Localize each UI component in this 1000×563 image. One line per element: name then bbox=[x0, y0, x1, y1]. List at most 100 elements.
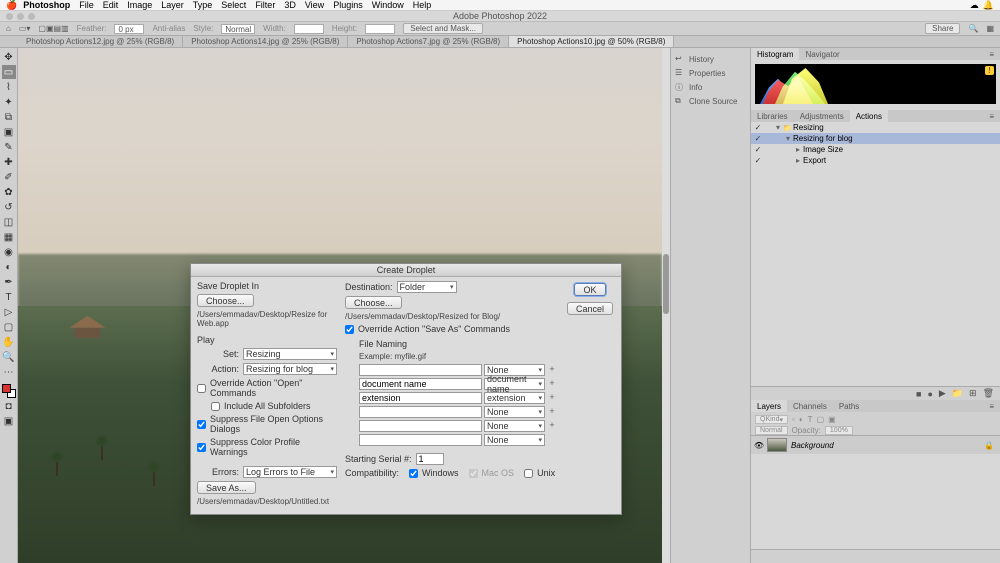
width-input[interactable] bbox=[294, 24, 324, 34]
apple-menu-icon[interactable]: 🍎 bbox=[6, 0, 17, 11]
filter-smart-icon[interactable]: ▣ bbox=[828, 415, 836, 424]
panel-menu-icon[interactable]: ≡ bbox=[983, 110, 1000, 122]
share-button[interactable]: Share bbox=[925, 23, 960, 34]
opacity-input[interactable]: 100% bbox=[825, 426, 853, 435]
cancel-button[interactable]: Cancel bbox=[567, 302, 613, 315]
blend-mode-select[interactable]: Normal bbox=[755, 426, 788, 435]
style-select[interactable]: Normal bbox=[221, 24, 255, 34]
layer-name[interactable]: Background bbox=[791, 441, 834, 450]
window-minimize-icon[interactable] bbox=[17, 13, 24, 20]
naming-field[interactable] bbox=[359, 434, 482, 446]
naming-field[interactable] bbox=[359, 364, 482, 376]
menu-filter[interactable]: Filter bbox=[255, 0, 275, 10]
naming-select[interactable]: None bbox=[484, 420, 545, 432]
choose-destination-button[interactable]: Choose... bbox=[345, 296, 402, 309]
menu-window[interactable]: Window bbox=[372, 0, 404, 10]
visibility-eye-icon[interactable]: 👁 bbox=[751, 441, 767, 450]
override-saveas-checkbox[interactable]: Override Action "Save As" Commands bbox=[345, 324, 557, 334]
channels-tab[interactable]: Channels bbox=[787, 400, 833, 412]
histogram-warning-icon[interactable]: ! bbox=[985, 66, 994, 75]
menu-type[interactable]: Type bbox=[193, 0, 213, 10]
hand-tool-icon[interactable]: ✋ bbox=[2, 335, 16, 349]
history-brush-tool-icon[interactable]: ↺ bbox=[2, 200, 16, 214]
paths-tab[interactable]: Paths bbox=[833, 400, 865, 412]
pen-tool-icon[interactable]: ✒ bbox=[2, 275, 16, 289]
filter-pixel-icon[interactable]: ▫ bbox=[792, 415, 795, 424]
dodge-tool-icon[interactable]: ◐ bbox=[2, 260, 16, 274]
action-set-row[interactable]: ✓▾📁 Resizing bbox=[751, 122, 1000, 133]
app-menu[interactable]: Photoshop bbox=[23, 0, 70, 10]
compat-windows-checkbox[interactable]: Windows bbox=[409, 468, 459, 478]
naming-select[interactable]: extension bbox=[484, 392, 545, 404]
naming-select[interactable]: None bbox=[484, 406, 545, 418]
trash-icon[interactable]: 🗑 bbox=[983, 388, 994, 399]
layer-thumbnail[interactable] bbox=[767, 438, 787, 452]
window-zoom-icon[interactable] bbox=[28, 13, 35, 20]
window-close-icon[interactable] bbox=[6, 13, 13, 20]
stop-icon[interactable]: ■ bbox=[916, 389, 921, 399]
panel-menu-icon[interactable]: ≡ bbox=[983, 48, 1000, 60]
properties-panel-toggle[interactable]: ☰Properties bbox=[671, 66, 750, 80]
document-tab[interactable]: Photoshop Actions14.jpg @ 25% (RGB/8) bbox=[183, 36, 348, 47]
workspace-switcher-icon[interactable]: ▦ bbox=[986, 24, 994, 33]
crop-tool-icon[interactable]: ⧉ bbox=[2, 110, 16, 124]
menu-3d[interactable]: 3D bbox=[284, 0, 296, 10]
naming-field[interactable] bbox=[359, 406, 482, 418]
menu-view[interactable]: View bbox=[305, 0, 324, 10]
include-subfolders-checkbox[interactable]: Include All Subfolders bbox=[197, 401, 337, 411]
menu-image[interactable]: Image bbox=[127, 0, 152, 10]
screenmode-icon[interactable]: ▣ bbox=[2, 414, 16, 428]
save-as-button[interactable]: Save As... bbox=[197, 481, 256, 494]
tool-preset-icon[interactable]: ▭▾ bbox=[19, 24, 31, 33]
suppress-color-checkbox[interactable]: Suppress Color Profile Warnings bbox=[197, 437, 337, 457]
selection-mode-icons[interactable]: ▢▣▤▥ bbox=[38, 24, 68, 33]
info-panel-toggle[interactable]: ⓘInfo bbox=[671, 80, 750, 94]
healing-tool-icon[interactable]: ✚ bbox=[2, 155, 16, 169]
document-tab[interactable]: Photoshop Actions7.jpg @ 25% (RGB/8) bbox=[348, 36, 509, 47]
menu-layer[interactable]: Layer bbox=[161, 0, 184, 10]
path-tool-icon[interactable]: ▷ bbox=[2, 305, 16, 319]
quickmask-icon[interactable]: ◘ bbox=[2, 399, 16, 413]
suppress-dialogs-checkbox[interactable]: Suppress File Open Options Dialogs bbox=[197, 414, 337, 434]
edit-toolbar-icon[interactable]: ⋯ bbox=[2, 365, 16, 379]
type-tool-icon[interactable]: T bbox=[2, 290, 16, 304]
compat-unix-checkbox[interactable]: Unix bbox=[524, 468, 555, 478]
naming-field[interactable] bbox=[359, 420, 482, 432]
new-action-icon[interactable]: ⊞ bbox=[969, 388, 977, 399]
frame-tool-icon[interactable]: ▣ bbox=[2, 125, 16, 139]
action-step-row[interactable]: ✓▸ Export bbox=[751, 155, 1000, 166]
navigator-tab[interactable]: Navigator bbox=[799, 48, 845, 60]
naming-field[interactable] bbox=[359, 392, 482, 404]
new-set-icon[interactable]: 📁 bbox=[952, 388, 963, 399]
serial-input[interactable] bbox=[416, 453, 444, 465]
menu-plugins[interactable]: Plugins bbox=[333, 0, 363, 10]
document-tab-active[interactable]: Photoshop Actions10.jpg @ 50% (RGB/8) bbox=[509, 36, 674, 47]
errors-select[interactable]: Log Errors to File bbox=[243, 466, 337, 478]
naming-select[interactable]: document name bbox=[484, 378, 545, 390]
actions-tab[interactable]: Actions bbox=[850, 110, 888, 122]
stamp-tool-icon[interactable]: ✿ bbox=[2, 185, 16, 199]
height-input[interactable] bbox=[365, 24, 395, 34]
search-icon[interactable]: 🔍 bbox=[968, 24, 978, 33]
layer-filter-select[interactable]: Q Kind ▾ bbox=[755, 415, 788, 424]
action-step-row[interactable]: ✓▸ Image Size bbox=[751, 144, 1000, 155]
select-and-mask-button[interactable]: Select and Mask... bbox=[403, 23, 483, 34]
action-row-selected[interactable]: ✓▾ Resizing for blog bbox=[751, 133, 1000, 144]
brush-tool-icon[interactable]: ✐ bbox=[2, 170, 16, 184]
menu-help[interactable]: Help bbox=[413, 0, 432, 10]
filter-adjust-icon[interactable]: ◐ bbox=[799, 415, 804, 424]
move-tool-icon[interactable]: ✥ bbox=[2, 50, 16, 64]
panel-menu-icon[interactable]: ≡ bbox=[983, 400, 1000, 412]
filter-shape-icon[interactable]: ▢ bbox=[817, 415, 825, 424]
adjustments-tab[interactable]: Adjustments bbox=[794, 110, 850, 122]
canvas-scrollbar-vertical[interactable] bbox=[662, 48, 670, 563]
zoom-tool-icon[interactable]: 🔍 bbox=[2, 350, 16, 364]
home-icon[interactable]: ⌂ bbox=[6, 24, 11, 33]
menu-edit[interactable]: Edit bbox=[103, 0, 119, 10]
layers-tab[interactable]: Layers bbox=[751, 400, 787, 412]
destination-select[interactable]: Folder bbox=[397, 281, 457, 293]
histogram-tab[interactable]: Histogram bbox=[751, 48, 799, 60]
action-select[interactable]: Resizing for blog bbox=[243, 363, 337, 375]
gradient-tool-icon[interactable]: ▦ bbox=[2, 230, 16, 244]
antialias-checkbox[interactable]: Anti-alias bbox=[152, 24, 185, 33]
